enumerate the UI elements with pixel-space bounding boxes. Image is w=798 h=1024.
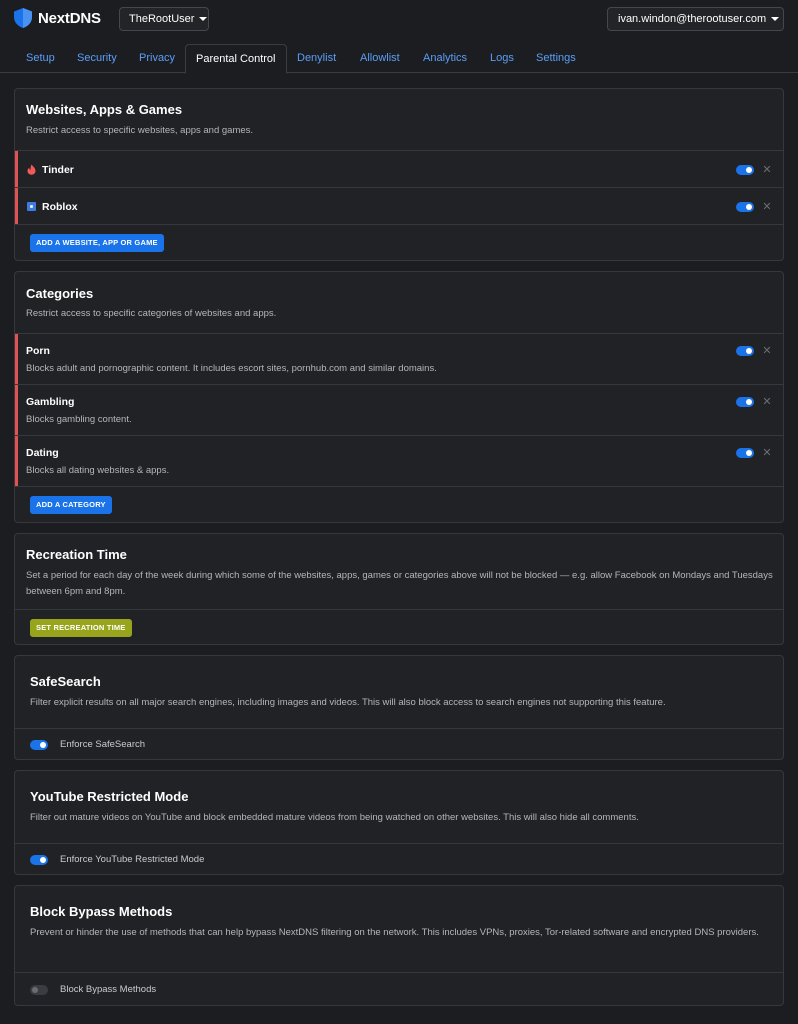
tab-logs[interactable]: Logs [490, 44, 514, 73]
card-title: Block Bypass Methods [30, 904, 173, 919]
roblox-icon [27, 202, 36, 211]
caret-down-icon [199, 17, 208, 21]
brand-logo[interactable]: NextDNS [14, 8, 101, 28]
item-name: Porn [26, 345, 50, 357]
configuration-dropdown[interactable]: TheRootUser [119, 7, 209, 31]
card-description: Filter out mature videos on YouTube and … [30, 812, 639, 823]
account-email: ivan.windon@therootuser.com [618, 13, 767, 25]
caret-down-icon [771, 17, 780, 21]
item-name: Roblox [42, 201, 78, 213]
item-description: Blocks gambling content. [26, 414, 132, 425]
account-dropdown[interactable]: ivan.windon@therootuser.com [607, 7, 784, 31]
remove-icon[interactable]: ✕ [762, 395, 772, 408]
enable-toggle[interactable] [736, 165, 754, 175]
nextdns-shield-icon [14, 8, 32, 28]
toggle-label: Block Bypass Methods [60, 984, 157, 995]
block-bypass-methods-card: Block Bypass Methods Prevent or hinder t… [14, 885, 784, 1006]
tab-security[interactable]: Security [77, 44, 117, 73]
card-description: Restrict access to specific categories o… [26, 308, 277, 319]
toggle-label: Enforce SafeSearch [60, 739, 146, 750]
remove-icon[interactable]: ✕ [762, 446, 772, 459]
nav-tabs: Setup Security Privacy Parental Control … [0, 44, 798, 74]
card-description: Filter explicit results on all major sea… [30, 697, 666, 708]
item-description: Blocks all dating websites & apps. [26, 465, 170, 476]
youtube-restricted-toggle[interactable] [30, 855, 48, 865]
card-title: YouTube Restricted Mode [30, 789, 189, 804]
card-description: Restrict access to specific websites, ap… [26, 125, 254, 136]
youtube-restricted-mode-card: YouTube Restricted Mode Filter out matur… [14, 770, 784, 875]
list-item-tinder: Tinder ✕ [15, 150, 783, 187]
card-title: Recreation Time [26, 547, 127, 562]
card-footer: Enforce YouTube Restricted Mode [15, 843, 783, 874]
card-footer: Enforce SafeSearch [15, 728, 783, 759]
card-title: Categories [26, 286, 94, 301]
add-category-button[interactable]: ADD A CATEGORY [30, 496, 112, 514]
tab-denylist[interactable]: Denylist [297, 44, 336, 73]
card-title: SafeSearch [30, 674, 101, 689]
tab-setup[interactable]: Setup [26, 44, 55, 73]
remove-icon[interactable]: ✕ [762, 200, 772, 213]
list-item-porn: Porn Blocks adult and pornographic conte… [15, 333, 783, 384]
tab-analytics[interactable]: Analytics [423, 44, 467, 73]
card-description: Prevent or hinder the use of methods tha… [30, 927, 759, 938]
enable-toggle[interactable] [736, 202, 754, 212]
item-name: Dating [26, 447, 59, 459]
remove-icon[interactable]: ✕ [762, 163, 772, 176]
block-bypass-toggle[interactable] [30, 985, 48, 995]
recreation-time-card: Recreation Time Set a period for each da… [14, 533, 784, 645]
tab-parental-control[interactable]: Parental Control [185, 44, 287, 74]
card-footer: ADD A WEBSITE, APP OR GAME [15, 224, 783, 260]
tab-privacy[interactable]: Privacy [139, 44, 175, 73]
add-website-button[interactable]: ADD A WEBSITE, APP OR GAME [30, 234, 164, 252]
list-item-gambling: Gambling Blocks gambling content. ✕ [15, 384, 783, 435]
enable-toggle[interactable] [736, 397, 754, 407]
card-footer: ADD A CATEGORY [15, 486, 783, 522]
brand-name: NextDNS [38, 9, 101, 27]
enable-toggle[interactable] [736, 346, 754, 356]
categories-card: Categories Restrict access to specific c… [14, 271, 784, 523]
tab-allowlist[interactable]: Allowlist [360, 44, 400, 73]
item-name: Tinder [42, 164, 74, 176]
websites-apps-games-card: Websites, Apps & Games Restrict access t… [14, 88, 784, 261]
card-title: Websites, Apps & Games [26, 102, 183, 117]
card-footer: SET RECREATION TIME [15, 609, 783, 644]
remove-icon[interactable]: ✕ [762, 344, 772, 357]
safesearch-toggle[interactable] [30, 740, 48, 750]
enable-toggle[interactable] [736, 448, 754, 458]
top-bar: NextDNS TheRootUser ivan.windon@therootu… [0, 0, 798, 36]
item-name: Gambling [26, 396, 75, 408]
card-description: Set a period for each day of the week du… [26, 570, 773, 597]
toggle-label: Enforce YouTube Restricted Mode [60, 854, 205, 865]
safesearch-card: SafeSearch Filter explicit results on al… [14, 655, 784, 760]
tab-settings[interactable]: Settings [536, 44, 576, 73]
card-footer: Block Bypass Methods [15, 972, 783, 1005]
configuration-name: TheRootUser [129, 13, 195, 25]
set-recreation-time-button[interactable]: SET RECREATION TIME [30, 619, 132, 637]
list-item-dating: Dating Blocks all dating websites & apps… [15, 435, 783, 486]
tinder-icon [27, 164, 36, 175]
list-item-roblox: Roblox ✕ [15, 187, 783, 224]
item-description: Blocks adult and pornographic content. I… [26, 363, 437, 374]
